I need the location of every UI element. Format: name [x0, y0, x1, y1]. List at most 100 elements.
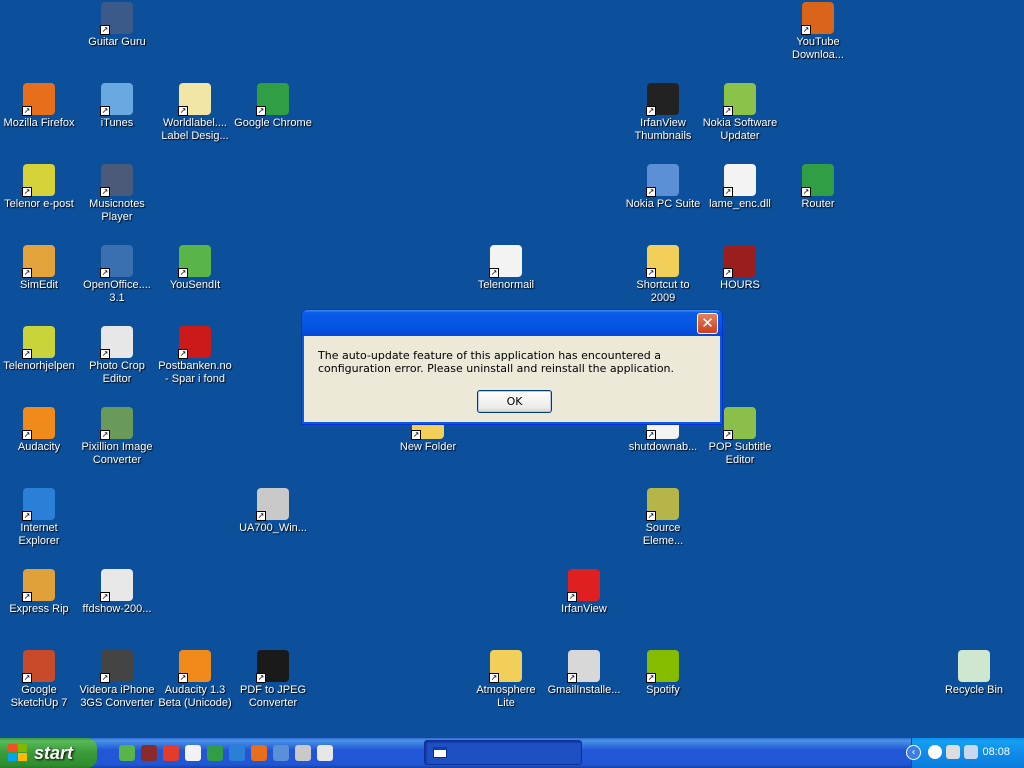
desktop-icon-musicnotes-player[interactable]: ↗ Musicnotes Player	[78, 164, 156, 224]
desktop-icon-youtube-downloader[interactable]: ↗ YouTube Downloa...	[779, 2, 857, 62]
spotify-icon: ↗	[646, 650, 679, 683]
quicklaunch-ql-7-icon[interactable]	[251, 745, 267, 761]
desktop-icon-telenor-epost[interactable]: ↗ Telenor e-post	[0, 164, 78, 211]
desktop-icon-audacity[interactable]: ↗ Audacity	[0, 407, 78, 454]
desktop-icon-label: lame_enc.dll	[709, 198, 771, 210]
quicklaunch-ql-3-icon[interactable]	[163, 745, 179, 761]
desktop-icon-google-sketchup[interactable]: ↗ Google SketchUp 7	[0, 650, 78, 710]
desktop-icon-label: Postbanken.no - Spar i fond	[158, 360, 232, 385]
error-dialog: ✕ The auto-update feature of this applic…	[301, 309, 723, 425]
desktop-icon-spotify[interactable]: ↗ Spotify	[624, 650, 702, 697]
shortcut-arrow-icon: ↗	[100, 187, 110, 197]
desktop-icon-yousendit[interactable]: ↗ YouSendIt	[156, 245, 234, 292]
desktop-icon-telenormail[interactable]: ↗ Telenormail	[467, 245, 545, 292]
desktop-icon-nokia-pc-suite[interactable]: ↗ Nokia PC Suite	[624, 164, 702, 211]
settings-icon[interactable]	[946, 745, 960, 759]
desktop-icon-ua700[interactable]: ↗ UA700_Win...	[234, 488, 312, 535]
audacity-13-icon: ↗	[178, 650, 211, 683]
desktop-icon-label: PDF to JPEG Converter	[239, 684, 307, 709]
magnifier-icon[interactable]	[928, 745, 942, 759]
desktop-icon-ffdshow[interactable]: ↗ ffdshow-200...	[78, 569, 156, 616]
tray-expand-arrow-icon[interactable]: ‹	[906, 745, 921, 760]
internet-explorer-icon: ↗	[22, 488, 55, 521]
quicklaunch-ql-10-icon[interactable]	[317, 745, 333, 761]
desktop-icon-label: IrfanView Thumbnails	[634, 117, 692, 142]
desktop-icon-telenorhjelpen[interactable]: ↗ Telenorhjelpen	[0, 326, 78, 373]
shortcut-arrow-icon: ↗	[178, 349, 188, 359]
photo-crop-editor-icon: ↗	[100, 326, 133, 359]
shortcut-arrow-icon: ↗	[489, 268, 499, 278]
shortcut-arrow-icon: ↗	[646, 268, 656, 278]
desktop-icon-recycle-bin[interactable]: Recycle Bin	[935, 650, 1013, 697]
desktop-icon-express-rip[interactable]: ↗ Express Rip	[0, 569, 78, 616]
ok-button[interactable]: OK	[477, 390, 552, 413]
desktop-icon-irfanview[interactable]: ↗ IrfanView	[545, 569, 623, 616]
security-icon[interactable]	[964, 745, 978, 759]
desktop-icon-postbanken[interactable]: ↗ Postbanken.no - Spar i fond	[156, 326, 234, 386]
desktop-icon-pixillion[interactable]: ↗ Pixillion Image Converter	[78, 407, 156, 467]
shortcut-arrow-icon: ↗	[411, 430, 421, 440]
desktop-icon-label: Pixillion Image Converter	[81, 441, 153, 466]
pdf-to-jpeg-icon: ↗	[256, 650, 289, 683]
ua700-icon: ↗	[256, 488, 289, 521]
desktop-icon-pdf-to-jpeg[interactable]: ↗ PDF to JPEG Converter	[234, 650, 312, 710]
desktop-icon-videora[interactable]: ↗ Videora iPhone 3GS Converter	[78, 650, 156, 710]
shortcut-2009-icon: ↗	[646, 245, 679, 278]
desktop-icon-mozilla-firefox[interactable]: ↗ Mozilla Firefox	[0, 83, 78, 130]
start-button[interactable]: start	[0, 738, 97, 768]
dialog-titlebar[interactable]: ✕	[302, 310, 722, 336]
desktop-icon-irfanview-thumbnails[interactable]: ↗ IrfanView Thumbnails	[624, 83, 702, 143]
quicklaunch-ql-5-icon[interactable]	[207, 745, 223, 761]
desktop-icon-label: Source Eleme...	[642, 522, 684, 547]
pop-subtitle-editor-icon: ↗	[723, 407, 756, 440]
shortcut-arrow-icon: ↗	[100, 349, 110, 359]
desktop-icon-source-elements[interactable]: ↗ Source Eleme...	[624, 488, 702, 548]
desktop-icon-label: POP Subtitle Editor	[708, 441, 772, 466]
desktop-icon-label: Mozilla Firefox	[3, 117, 75, 129]
desktop-icon-itunes[interactable]: ↗ iTunes	[78, 83, 156, 130]
irfanview-icon: ↗	[567, 569, 600, 602]
close-button[interactable]: ✕	[697, 313, 718, 334]
desktop-icon-shortcut-2009[interactable]: ↗ Shortcut to 2009	[624, 245, 702, 305]
desktop-icon-openoffice[interactable]: ↗ OpenOffice.... 3.1	[78, 245, 156, 305]
desktop-icon-gmail-installer[interactable]: ↗ GmailInstalle...	[545, 650, 623, 697]
desktop-icon-hours[interactable]: ↗ HOURS	[701, 245, 779, 292]
nokia-software-updater-icon: ↗	[723, 83, 756, 116]
desktop-icon-lame-enc[interactable]: ↗ lame_enc.dll	[701, 164, 779, 211]
desktop-icon-google-chrome[interactable]: ↗ Google Chrome	[234, 83, 312, 130]
desktop-icon-label: Recycle Bin	[944, 684, 1004, 696]
desktop-icon-simedit[interactable]: ↗ SimEdit	[0, 245, 78, 292]
videora-icon: ↗	[100, 650, 133, 683]
shortcut-arrow-icon: ↗	[22, 187, 32, 197]
desktop-icon-guitar-guru[interactable]: ↗ Guitar Guru	[78, 2, 156, 49]
taskbar-window-button[interactable]	[424, 740, 582, 765]
shortcut-arrow-icon: ↗	[100, 430, 110, 440]
quicklaunch-ql-1-icon[interactable]	[119, 745, 135, 761]
desktop-icon-label: Telenor e-post	[4, 198, 74, 210]
desktop-icon-label: SimEdit	[20, 279, 58, 291]
desktop-icon-label: Videora iPhone 3GS Converter	[79, 684, 155, 709]
start-label: start	[34, 743, 74, 763]
quicklaunch-ql-6-icon[interactable]	[229, 745, 245, 761]
desktop-icon-router[interactable]: ↗ Router	[779, 164, 857, 211]
quicklaunch-ql-4-icon[interactable]	[185, 745, 201, 761]
desktop-icon-internet-explorer[interactable]: ↗ Internet Explorer	[0, 488, 78, 548]
google-chrome-icon: ↗	[256, 83, 289, 116]
desktop-icon-audacity-13[interactable]: ↗ Audacity 1.3 Beta (Unicode)	[156, 650, 234, 710]
guitar-guru-icon: ↗	[100, 2, 133, 35]
desktop-icon-nokia-software-updater[interactable]: ↗ Nokia Software Updater	[701, 83, 779, 143]
taskbar: start ‹ 08:08	[0, 738, 1024, 768]
shortcut-arrow-icon: ↗	[646, 430, 656, 440]
quicklaunch-ql-2-icon[interactable]	[141, 745, 157, 761]
quicklaunch-ql-9-icon[interactable]	[295, 745, 311, 761]
atmosphere-lite-icon: ↗	[489, 650, 522, 683]
desktop-icon-label: ffdshow-200...	[82, 603, 152, 615]
desktop-icon-label: Spotify	[646, 684, 680, 696]
quicklaunch-ql-8-icon[interactable]	[273, 745, 289, 761]
desktop-icon-photo-crop-editor[interactable]: ↗ Photo Crop Editor	[78, 326, 156, 386]
desktop-icon-label: OpenOffice.... 3.1	[83, 279, 151, 304]
shortcut-arrow-icon: ↗	[100, 592, 110, 602]
simedit-icon: ↗	[22, 245, 55, 278]
desktop-icon-atmosphere-lite[interactable]: ↗ Atmosphere Lite	[467, 650, 545, 710]
desktop-icon-worldlabel[interactable]: ↗ Worldlabel.... Label Desig...	[156, 83, 234, 143]
